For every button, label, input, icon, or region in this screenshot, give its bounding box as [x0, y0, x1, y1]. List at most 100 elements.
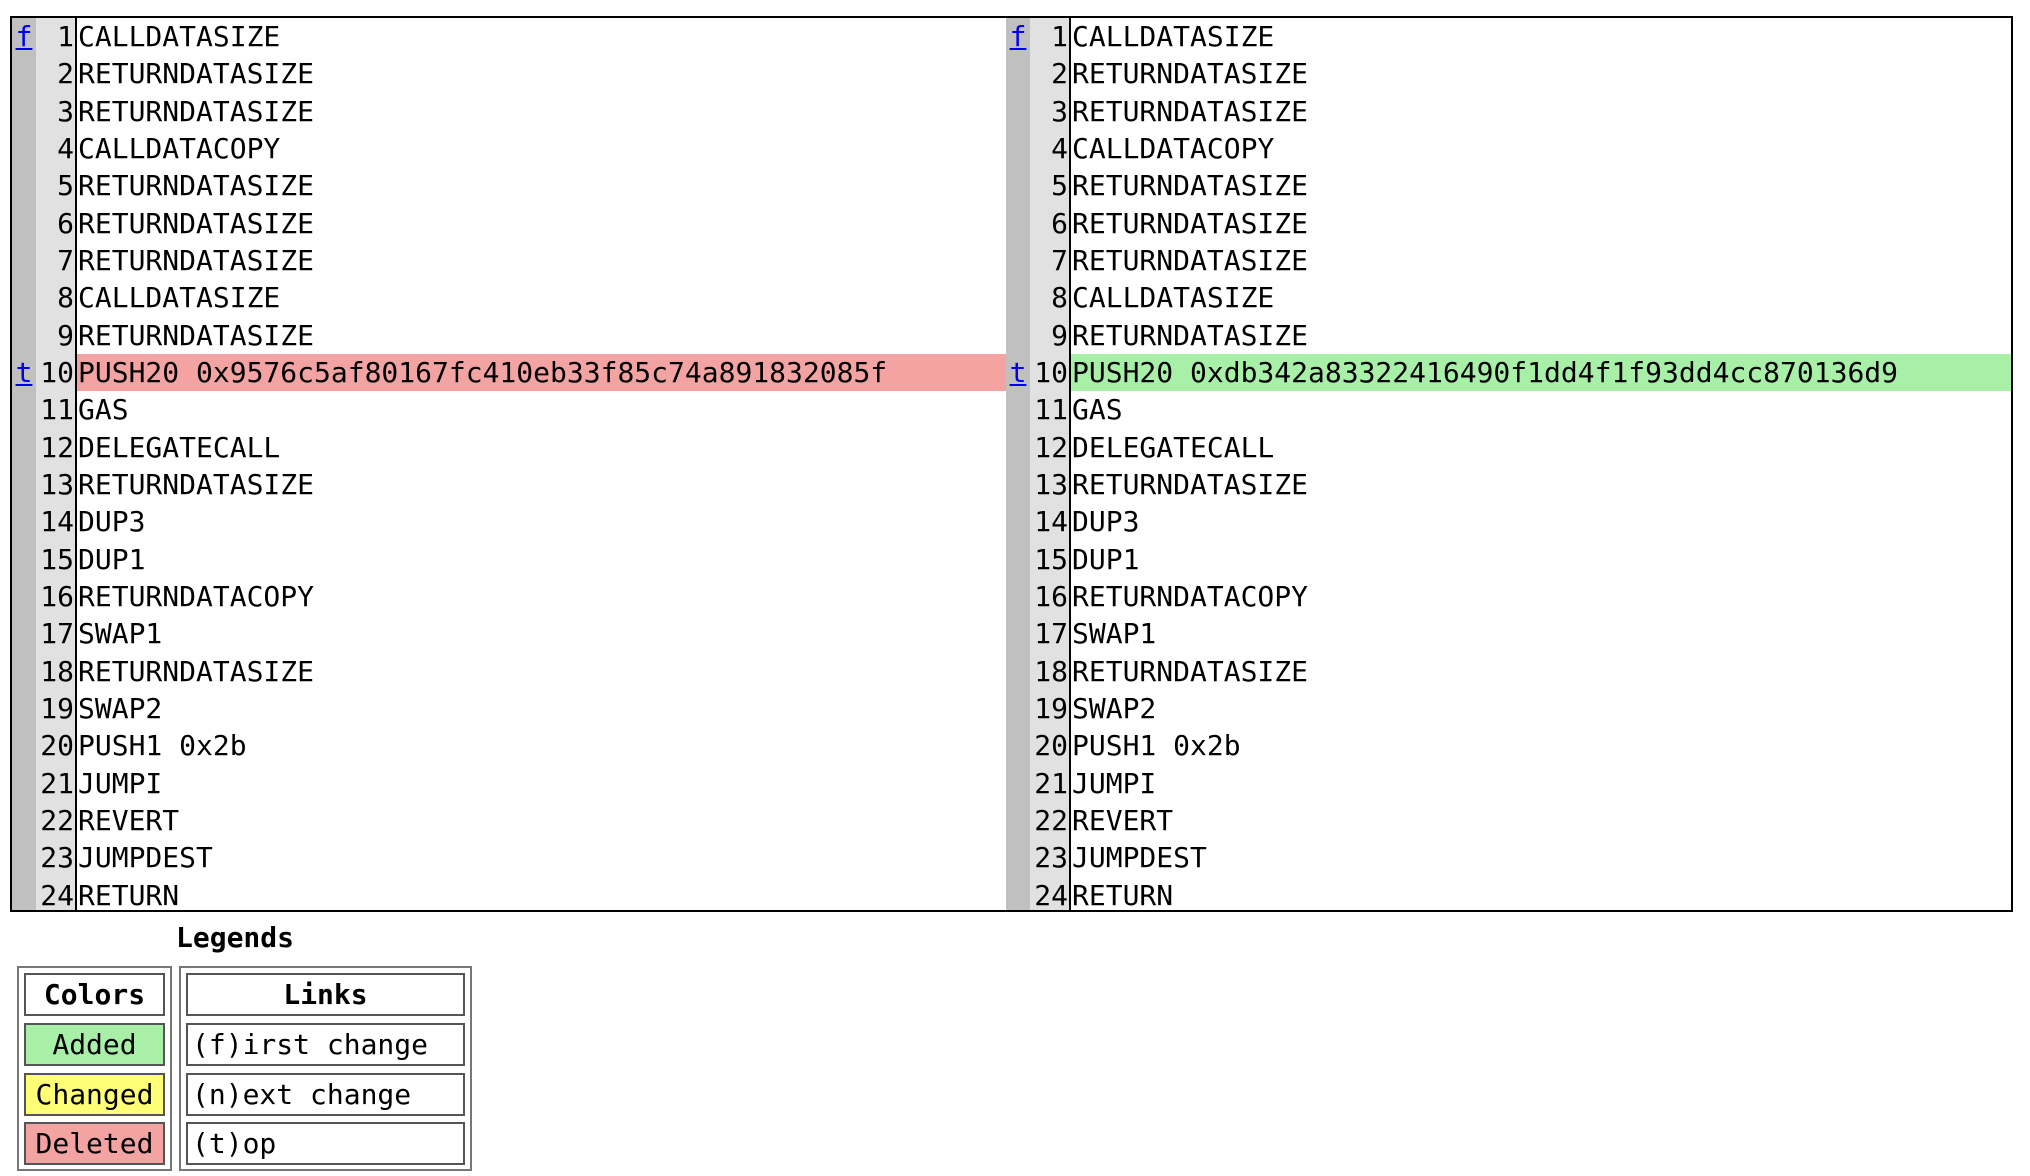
line-code: SWAP2: [78, 691, 163, 725]
colors-header: Colors: [24, 973, 165, 1016]
line-number: 15: [1034, 542, 1068, 576]
diff-line-deleted: t 10 PUSH20 0x9576c5af80167fc410eb33f85c74…: [12, 353, 1006, 392]
diff-line: 21 JUMPI: [12, 765, 1006, 802]
line-code: RETURNDATASIZE: [1072, 318, 1309, 352]
top-link[interactable]: t: [1006, 354, 1030, 391]
line-number: 24: [40, 878, 74, 912]
line-number: 11: [1034, 393, 1068, 427]
diff-line: 22 REVERT: [12, 802, 1006, 839]
line-code: RETURNDATASIZE: [1072, 169, 1309, 203]
line-code: JUMPDEST: [1072, 841, 1207, 875]
line-number: 6: [57, 206, 74, 240]
line-number: 15: [40, 542, 74, 576]
line-number: 2: [1051, 57, 1068, 91]
line-number: 14: [40, 505, 74, 539]
line-number: 8: [57, 281, 74, 315]
line-number: 18: [40, 654, 74, 688]
line-code: PUSH1 0x2b: [78, 729, 247, 763]
line-code: SWAP1: [78, 617, 163, 651]
legends-title: Legends: [176, 921, 295, 954]
line-number: 6: [1051, 206, 1068, 240]
line-number: 5: [57, 169, 74, 203]
line-number: 1: [1051, 20, 1068, 53]
diff-line: 11 GAS: [1006, 391, 2011, 428]
line-code: CALLDATACOPY: [78, 131, 281, 165]
diff-line-added: t 10 PUSH20 0xdb342a83322416490f1dd4f1f93d…: [1006, 353, 2011, 392]
diff-line: 5 RETURNDATASIZE: [12, 167, 1006, 204]
line-code: RETURNDATASIZE: [78, 206, 315, 240]
line-code: CALLDATASIZE: [78, 281, 281, 315]
line-code: DUP3: [78, 505, 146, 539]
line-code: RETURN: [1072, 878, 1174, 912]
line-code: RETURNDATASIZE: [78, 318, 315, 352]
line-number: 21: [1034, 766, 1068, 800]
diff-pane-right: f 1 CALLDATASIZE 2 RETURNDATASIZE 3 RETURNDATA…: [1006, 18, 2011, 912]
first-change-link[interactable]: f: [1006, 18, 1030, 55]
line-number: 10: [1034, 355, 1068, 389]
diff-line: 4 CALLDATACOPY: [12, 130, 1006, 167]
line-number: 24: [1034, 878, 1068, 912]
legend-top: (t)op: [186, 1122, 465, 1165]
line-code: DELEGATECALL: [1072, 430, 1275, 464]
links-legend: Links (f)irst change (n)ext change (t)op: [179, 966, 472, 1171]
line-code: DUP3: [1072, 505, 1140, 539]
line-code: REVERT: [1072, 803, 1174, 837]
legend-first-change: (f)irst change: [186, 1023, 465, 1066]
diff-line: 9 RETURNDATASIZE: [1006, 317, 2011, 354]
line-number: 12: [40, 430, 74, 464]
diff-line: 2 RETURNDATASIZE: [12, 55, 1006, 92]
line-code: JUMPI: [1072, 766, 1157, 800]
diff-line: 12 DELEGATECALL: [1006, 429, 2011, 466]
line-number: 4: [1051, 131, 1068, 165]
line-number: 22: [40, 803, 74, 837]
links-header: Links: [186, 973, 465, 1016]
line-number: 2: [57, 57, 74, 91]
line-number: 18: [1034, 654, 1068, 688]
top-link[interactable]: t: [12, 354, 36, 391]
diff-line: 17 SWAP1: [12, 615, 1006, 652]
line-number: 11: [40, 393, 74, 427]
line-code: RETURNDATASIZE: [1072, 654, 1309, 688]
diff-line: 24 RETURN: [1006, 877, 2011, 914]
diff-line: 15 DUP1: [12, 541, 1006, 578]
line-code: RETURNDATACOPY: [78, 579, 315, 613]
colors-legend: Colors Added Changed Deleted: [17, 966, 172, 1171]
line-code: RETURNDATACOPY: [1072, 579, 1309, 613]
diff-lines-right: f 1 CALLDATASIZE 2 RETURNDATASIZE 3 RETURNDATA…: [1006, 18, 2011, 914]
line-number: 19: [1034, 691, 1068, 725]
line-code: RETURNDATASIZE: [78, 654, 315, 688]
line-number: 21: [40, 766, 74, 800]
diff-line: 6 RETURNDATASIZE: [12, 205, 1006, 242]
line-code: REVERT: [78, 803, 180, 837]
line-number: 20: [1034, 729, 1068, 763]
line-number: 13: [1034, 467, 1068, 501]
line-code: JUMPDEST: [78, 841, 213, 875]
line-code: RETURNDATASIZE: [78, 467, 315, 501]
line-code: DUP1: [78, 542, 146, 576]
diff-line: 11 GAS: [12, 391, 1006, 428]
line-code: GAS: [78, 393, 129, 427]
line-number: 17: [40, 617, 74, 651]
line-number: 1: [57, 20, 74, 53]
line-number: 17: [1034, 617, 1068, 651]
first-change-link[interactable]: f: [12, 18, 36, 55]
line-code: RETURN: [78, 878, 180, 912]
diff-line: 2 RETURNDATASIZE: [1006, 55, 2011, 92]
line-code: SWAP2: [1072, 691, 1157, 725]
line-code: RETURNDATASIZE: [78, 94, 315, 128]
diff-line: 13 RETURNDATASIZE: [1006, 466, 2011, 503]
diff-line: 18 RETURNDATASIZE: [1006, 653, 2011, 690]
diff-line: 6 RETURNDATASIZE: [1006, 205, 2011, 242]
diff-line: 8 CALLDATASIZE: [1006, 279, 2011, 316]
line-code: CALLDATASIZE: [1072, 20, 1275, 53]
legend-added: Added: [24, 1023, 165, 1066]
line-number: 8: [1051, 281, 1068, 315]
diff-line: 17 SWAP1: [1006, 615, 2011, 652]
line-code: PUSH1 0x2b: [1072, 729, 1241, 763]
diff-line: 8 CALLDATASIZE: [12, 279, 1006, 316]
diff-lines-left: f 1 CALLDATASIZE 2 RETURNDATASIZE 3 RETURNDATA…: [12, 18, 1006, 914]
diff-line: 12 DELEGATECALL: [12, 429, 1006, 466]
line-code: RETURNDATASIZE: [1072, 243, 1309, 277]
line-code: CALLDATASIZE: [1072, 281, 1275, 315]
diff-line: 21 JUMPI: [1006, 765, 2011, 802]
